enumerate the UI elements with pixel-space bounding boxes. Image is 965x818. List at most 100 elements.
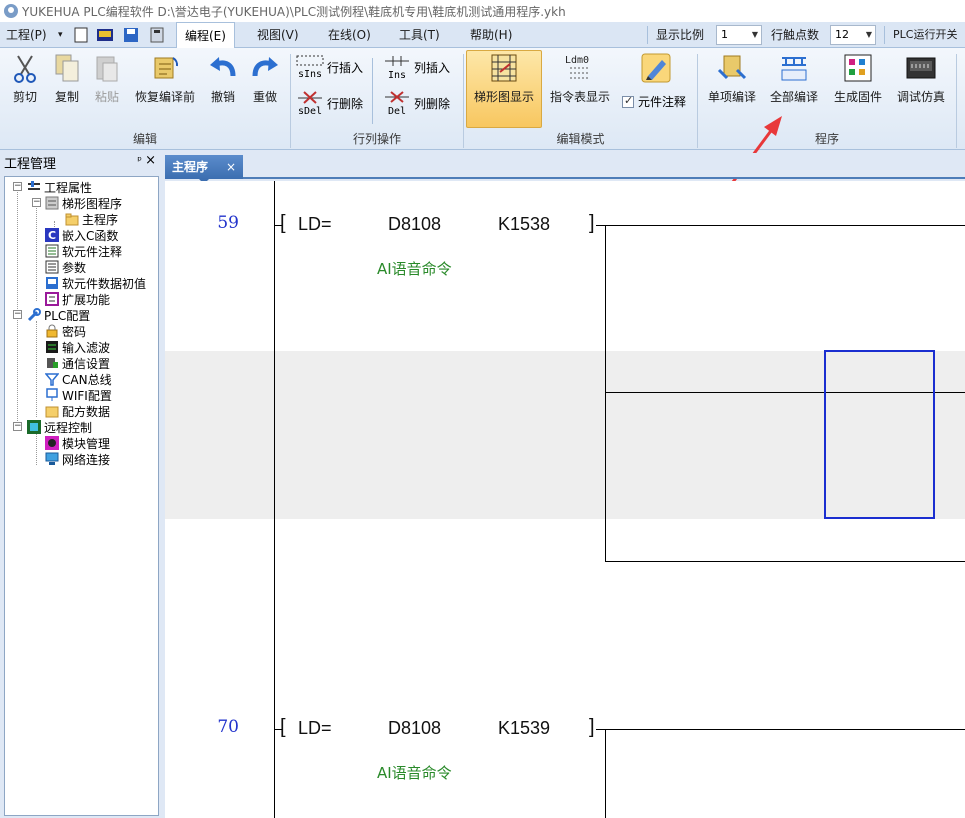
menu-tools[interactable]: 工具(T) bbox=[399, 22, 440, 48]
rung-number: 70 bbox=[217, 717, 239, 737]
tree-item-module-mgmt[interactable]: 模块管理 bbox=[45, 435, 110, 451]
funnel-icon bbox=[45, 373, 59, 386]
contact-bracket-left: [ bbox=[280, 716, 286, 738]
svg-text:sDel: sDel bbox=[298, 106, 322, 116]
tree-item-remote-control[interactable]: 远程控制 bbox=[27, 419, 92, 435]
project-props-icon bbox=[28, 181, 40, 190]
project-manager-panel: 工程管理 ᵖ × − 工程属性 − 梯形图程序 主程序 C 嵌入C函数 软元件注… bbox=[0, 151, 162, 818]
paste-button[interactable]: 粘贴 bbox=[90, 52, 124, 105]
component-comment-checkbox[interactable]: 元件注释 bbox=[622, 93, 686, 110]
instruction-op[interactable]: LD= bbox=[298, 718, 332, 739]
row-insert-button[interactable]: sIns 行插入 bbox=[296, 54, 363, 80]
checkbox-checked[interactable] bbox=[622, 94, 634, 108]
tree-item-recipe-data[interactable]: 配方数据 bbox=[45, 403, 110, 419]
row-delete-button[interactable]: sDel 行删除 bbox=[296, 90, 363, 116]
wire bbox=[605, 225, 606, 562]
display-scale-select[interactable]: 1 ▼ bbox=[716, 25, 762, 45]
generate-firmware-button[interactable]: 生成固件 bbox=[830, 52, 886, 105]
undo-icon bbox=[210, 57, 236, 77]
tree-item-input-filter[interactable]: 输入滤波 bbox=[45, 339, 110, 355]
wire bbox=[274, 225, 282, 226]
tree-item-ladder-program[interactable]: 梯形图程序 bbox=[45, 195, 122, 211]
single-compile-button[interactable]: 单项编译 bbox=[704, 52, 760, 105]
collapse-icon[interactable]: − bbox=[13, 182, 22, 191]
comment-icon-button[interactable] bbox=[636, 52, 676, 88]
collapse-icon[interactable]: − bbox=[32, 198, 41, 207]
instruction-arg2[interactable]: K1539 bbox=[498, 718, 550, 739]
folder-icon bbox=[65, 213, 79, 226]
wire bbox=[596, 729, 965, 730]
svg-text:Ldm0: Ldm0 bbox=[565, 55, 589, 66]
save-as-icon[interactable] bbox=[148, 26, 166, 44]
instruction-arg2[interactable]: K1538 bbox=[498, 214, 550, 235]
tab-main-program[interactable]: 主程序 × bbox=[165, 155, 243, 184]
instruction-display-button[interactable]: Ldm0 指令表显示 bbox=[546, 52, 614, 105]
tree-item-can-bus[interactable]: CAN总线 bbox=[45, 371, 112, 387]
close-tab-icon[interactable]: × bbox=[226, 155, 236, 179]
tree-item-password[interactable]: 密码 bbox=[45, 323, 86, 339]
row-points-select[interactable]: 12 ▼ bbox=[830, 25, 876, 45]
tree-item-project-props[interactable]: 工程属性 bbox=[27, 179, 92, 195]
tree-item-network-conn[interactable]: 网络连接 bbox=[45, 451, 110, 467]
open-file-icon[interactable] bbox=[96, 26, 114, 44]
tree-item-wifi-config[interactable]: WIFI配置 bbox=[45, 387, 112, 403]
tree-item-soft-init[interactable]: 软元件数据初值 bbox=[45, 275, 146, 291]
network-icon bbox=[45, 452, 59, 465]
collapse-icon[interactable]: − bbox=[13, 422, 22, 431]
instruction-arg1[interactable]: D8108 bbox=[388, 214, 441, 235]
instruction-arg1[interactable]: D8108 bbox=[388, 718, 441, 739]
svg-text:Del: Del bbox=[388, 106, 406, 116]
tree-item-plc-config[interactable]: PLC配置 bbox=[27, 307, 90, 323]
document-tab-bar: 主程序 × bbox=[165, 153, 965, 184]
redo-button[interactable]: 重做 bbox=[248, 52, 282, 105]
col-delete-button[interactable]: Del 列删除 bbox=[383, 90, 450, 116]
simulator-icon bbox=[906, 57, 936, 79]
restore-icon bbox=[154, 57, 179, 79]
ladder-editor[interactable]: 59 [ LD= D8108 K1538 ] AI语音命令 70 [ LD= D… bbox=[165, 181, 965, 818]
chevron-down-icon: ▼ bbox=[751, 30, 758, 39]
undo-button[interactable]: 撤销 bbox=[206, 52, 240, 105]
restore-button[interactable]: 恢复编译前 bbox=[132, 52, 198, 105]
menu-dropdown-icon[interactable]: ▾ bbox=[58, 22, 63, 48]
params-icon bbox=[45, 260, 59, 274]
instruction-op[interactable]: LD= bbox=[298, 214, 332, 235]
lock-icon bbox=[46, 324, 58, 338]
tab-edit[interactable]: 编程(E) bbox=[176, 22, 235, 49]
rung-number: 59 bbox=[217, 213, 239, 233]
annotation-arrow-icon bbox=[728, 116, 782, 187]
ladder-display-button[interactable]: 梯形图显示 bbox=[470, 52, 538, 105]
pin-icon[interactable]: ᵖ bbox=[137, 154, 142, 167]
group-inner-separator bbox=[372, 58, 373, 124]
menu-online[interactable]: 在线(O) bbox=[328, 22, 371, 48]
menu-project[interactable]: 工程(P) bbox=[6, 22, 47, 48]
compile-all-button[interactable]: 全部编译 bbox=[766, 52, 822, 105]
ladder-program-icon bbox=[45, 196, 59, 210]
plc-run-switch[interactable]: PLC运行开关 bbox=[893, 22, 957, 48]
menu-view[interactable]: 视图(V) bbox=[257, 22, 299, 48]
menu-separator bbox=[647, 26, 648, 44]
copy-button[interactable]: 复制 bbox=[50, 52, 84, 105]
tree-item-main-program[interactable]: 主程序 bbox=[65, 211, 118, 227]
save-icon[interactable] bbox=[122, 26, 140, 44]
tree-item-embedded-c[interactable]: C 嵌入C函数 bbox=[45, 227, 118, 243]
project-tree: − 工程属性 − 梯形图程序 主程序 C 嵌入C函数 软元件注释 参数 软元件数… bbox=[4, 176, 159, 816]
col-insert-button[interactable]: Ins 列插入 bbox=[383, 54, 450, 80]
tree-item-comm-settings[interactable]: 通信设置 bbox=[45, 355, 110, 371]
menu-help[interactable]: 帮助(H) bbox=[470, 22, 512, 48]
left-power-rail bbox=[274, 181, 275, 818]
close-icon[interactable]: × bbox=[145, 153, 156, 168]
debug-simulate-button[interactable]: 调试仿真 bbox=[893, 52, 949, 105]
new-file-icon[interactable] bbox=[72, 26, 90, 44]
contact-bracket-right: ] bbox=[589, 212, 595, 234]
editor-cursor[interactable] bbox=[824, 350, 935, 519]
display-scale-label: 显示比例 bbox=[656, 28, 705, 42]
pencil-icon bbox=[641, 53, 671, 83]
row-delete-icon: sDel bbox=[298, 91, 322, 116]
tree-item-soft-comment[interactable]: 软元件注释 bbox=[45, 243, 122, 259]
cut-button[interactable]: 剪切 bbox=[8, 52, 42, 105]
collapse-icon[interactable]: − bbox=[13, 310, 22, 319]
tree-item-params[interactable]: 参数 bbox=[45, 259, 86, 275]
chevron-down-icon: ▼ bbox=[865, 30, 872, 39]
tree-item-extension[interactable]: 扩展功能 bbox=[45, 291, 110, 307]
window-title: YUKEHUA PLC编程软件 D:\誉达电子(YUKEHUA)\PLC测试例程… bbox=[22, 4, 566, 19]
